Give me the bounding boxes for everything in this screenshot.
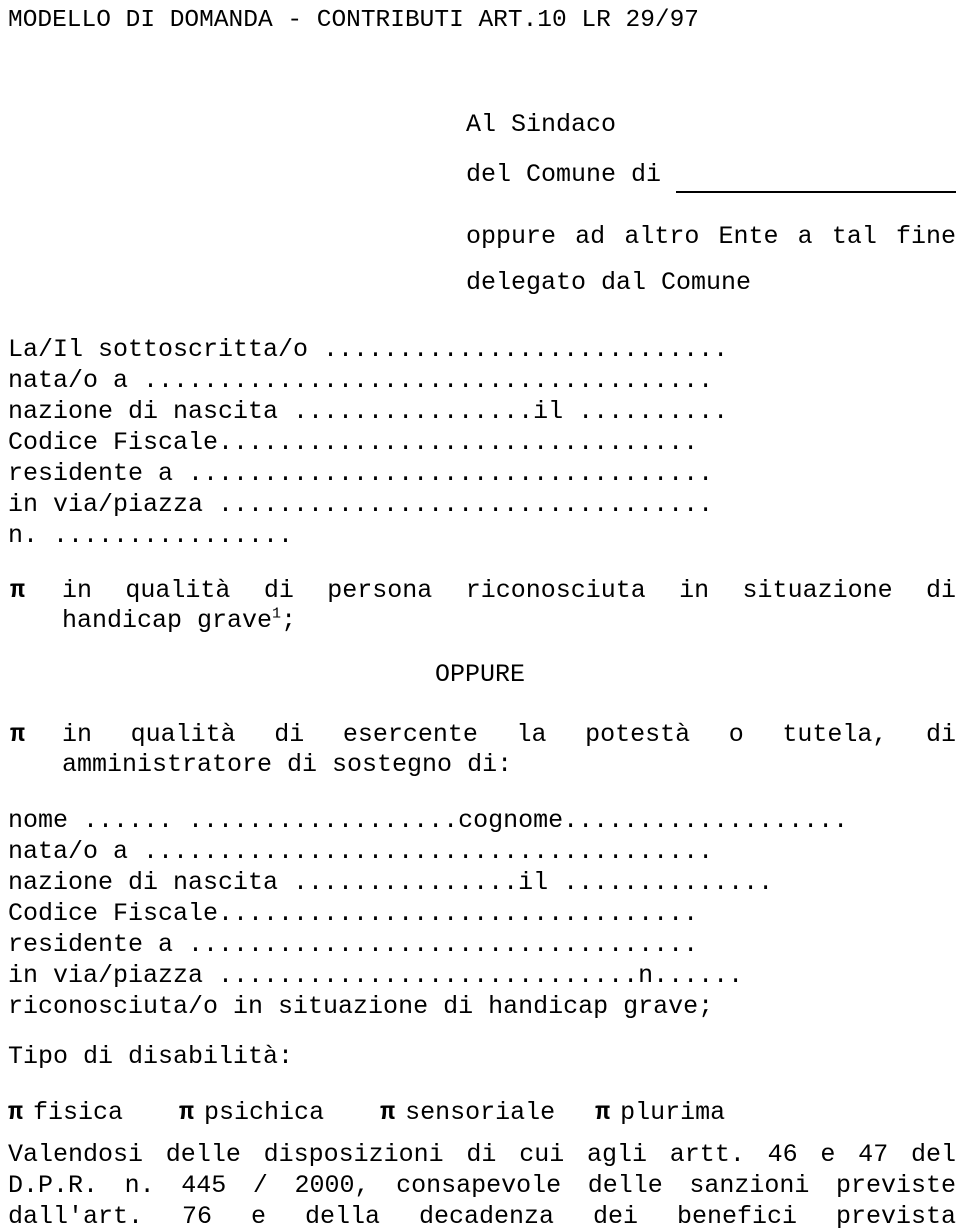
- declaration-line-1: Valendosi delle disposizioni di cui agli…: [8, 1140, 956, 1169]
- field-codice-fiscale[interactable]: Codice Fiscale..........................…: [8, 428, 956, 458]
- checkbox-disability-fisica[interactable]: π: [8, 1098, 23, 1127]
- addressee-line-4: delegato dal Comune: [466, 268, 752, 297]
- field-beneficiary-nato-a[interactable]: nata/o a ...............................…: [8, 837, 956, 867]
- field-beneficiary-nome-cognome[interactable]: nome ...... ..................cognome...…: [8, 806, 956, 836]
- checkbox-disability-plurima[interactable]: π: [595, 1098, 610, 1127]
- addressee-line-1: Al Sindaco: [466, 110, 617, 139]
- checkbox-option-b[interactable]: π: [10, 720, 25, 750]
- option-a-text-line-1: in qualità di persona riconosciuta in si…: [62, 576, 956, 605]
- label-disability-fisica: fisica: [33, 1098, 124, 1127]
- checkbox-option-a[interactable]: π: [10, 576, 25, 606]
- addressee-line-3: oppure ad altro Ente a tal fine: [466, 222, 956, 251]
- field-sottoscritto[interactable]: La/Il sottoscritta/o ...................…: [8, 335, 956, 365]
- label-disability-psichica: psichica: [204, 1098, 325, 1127]
- page-title: MODELLO DI DOMANDA - CONTRIBUTI ART.10 L…: [8, 7, 700, 34]
- option-b-text-line-2: amministratore di sostegno di:: [62, 750, 513, 779]
- document-page: MODELLO DI DOMANDA - CONTRIBUTI ART.10 L…: [0, 0, 960, 1231]
- option-b-text-line-1: in qualità di esercente la potestà o tut…: [62, 720, 956, 749]
- field-civico[interactable]: n. ................: [8, 521, 956, 551]
- beneficiary-handicap-statement: riconosciuta/o in situazione di handicap…: [8, 992, 714, 1021]
- field-beneficiary-residente-a[interactable]: residente a ............................…: [8, 930, 956, 960]
- disability-options-row: π fisica π psichica π sensoriale π plurima: [8, 1098, 725, 1128]
- checkbox-disability-psichica[interactable]: π: [179, 1098, 194, 1127]
- comune-fill-rule[interactable]: [676, 191, 956, 193]
- field-beneficiary-via-piazza[interactable]: in via/piazza ..........................…: [8, 961, 956, 991]
- separator-oppure: OPPURE: [434, 660, 525, 689]
- declaration-line-3: dall'art. 76 e della decadenza dei benef…: [8, 1202, 956, 1231]
- disability-heading: Tipo di disabilità:: [8, 1042, 294, 1071]
- addressee-comune-label: del Comune di: [466, 160, 662, 189]
- label-disability-sensoriale: sensoriale: [405, 1098, 556, 1127]
- checkbox-disability-sensoriale[interactable]: π: [380, 1098, 395, 1127]
- declaration-line-2: D.P.R. n. 445 / 2000, consapevole delle …: [8, 1171, 956, 1200]
- footnote-ref-1[interactable]: 1: [272, 606, 281, 623]
- field-beneficiary-codice-fiscale[interactable]: Codice Fiscale..........................…: [8, 899, 956, 929]
- field-nato-a[interactable]: nata/o a ...............................…: [8, 366, 956, 396]
- field-via-piazza[interactable]: in via/piazza ..........................…: [8, 490, 956, 520]
- field-beneficiary-nazione-nascita[interactable]: nazione di nascita ...............il ...…: [8, 868, 956, 898]
- option-a-text-line-2: handicap grave1;: [62, 606, 296, 636]
- option-a-text-line-2-pre: handicap grave: [62, 606, 273, 635]
- field-residente-a[interactable]: residente a ............................…: [8, 459, 956, 489]
- field-nazione-nascita[interactable]: nazione di nascita ................il ..…: [8, 397, 956, 427]
- option-a-text-line-2-post: ;: [281, 606, 297, 635]
- label-disability-plurima: plurima: [620, 1098, 726, 1127]
